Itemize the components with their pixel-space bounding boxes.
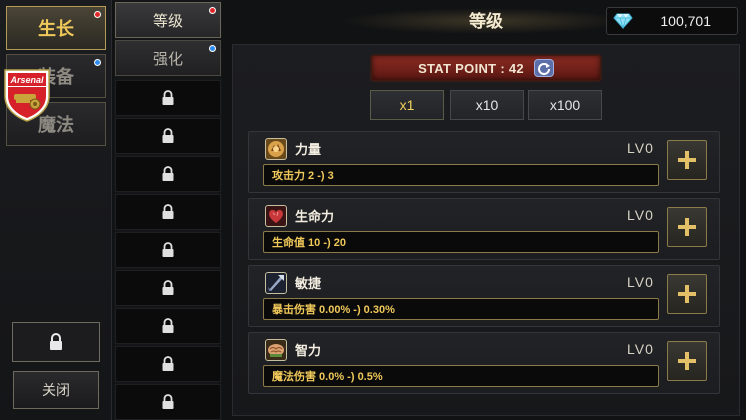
- lock-icon: [162, 166, 174, 181]
- subtab-column: 等级 强化: [114, 0, 222, 420]
- add-stat-button[interactable]: [667, 274, 707, 314]
- strength-icon: [265, 138, 287, 160]
- notification-dot: [94, 11, 101, 18]
- stat-row-agility: 敏捷 LV0 暴击伤害 0.00% -) 0.30%: [248, 265, 720, 327]
- locked-subtab-slot[interactable]: [115, 346, 221, 382]
- svg-text:Arsenal: Arsenal: [9, 75, 44, 85]
- tab-label: 等级: [152, 12, 183, 30]
- tab-level[interactable]: 等级: [115, 2, 221, 38]
- club-crest-logo: Arsenal: [4, 69, 50, 122]
- plus-icon: [678, 285, 696, 303]
- stat-row-strength: 力量 LV0 攻击力 2 -) 3: [248, 131, 720, 193]
- notification-dot: [209, 7, 216, 14]
- multiplier-label: x100: [549, 97, 581, 113]
- heart-icon: [265, 205, 287, 227]
- multiplier-x100-button[interactable]: x100: [528, 90, 602, 120]
- lock-icon: [162, 394, 174, 409]
- stat-point-label: STAT POINT : 42: [418, 60, 524, 76]
- locked-subtab-slot[interactable]: [115, 156, 221, 192]
- plus-icon: [678, 352, 696, 370]
- plus-icon: [678, 218, 696, 236]
- notification-dot: [209, 45, 216, 52]
- notification-dot: [94, 59, 101, 66]
- multiplier-x10-button[interactable]: x10: [450, 90, 524, 120]
- category-label: 生长: [38, 19, 74, 39]
- locked-subtab-slot[interactable]: [115, 232, 221, 268]
- lock-icon: [162, 204, 174, 219]
- gem-count: 100,701: [660, 13, 711, 29]
- stat-row-intelligence: 智力 LV0 魔法伤害 0.0% -) 0.5%: [248, 332, 720, 394]
- stat-effect-text: 攻击力 2 -) 3: [263, 164, 659, 186]
- add-stat-button[interactable]: [667, 207, 707, 247]
- category-growth-button[interactable]: 生长: [6, 6, 106, 50]
- lock-icon: [162, 242, 174, 257]
- plus-icon: [678, 151, 696, 169]
- add-stat-button[interactable]: [667, 341, 707, 381]
- locked-subtab-slot[interactable]: [115, 118, 221, 154]
- stat-name: 智力: [295, 343, 322, 358]
- stat-name: 力量: [295, 142, 322, 157]
- locked-subtab-slot[interactable]: [115, 270, 221, 306]
- refresh-icon: [537, 63, 550, 75]
- gem-currency-display: 100,701: [606, 7, 738, 35]
- category-sidebar: 生长 装备 魔法 Arsenal 关闭: [0, 0, 112, 420]
- stat-effect-text: 生命值 10 -) 20: [263, 231, 659, 253]
- stat-level: LV0: [627, 341, 654, 357]
- stat-name: 敏捷: [295, 276, 322, 291]
- reset-stats-button[interactable]: [533, 59, 554, 77]
- tab-enhance[interactable]: 强化: [115, 40, 221, 76]
- locked-slot-button[interactable]: [12, 322, 100, 362]
- close-button-label: 关闭: [42, 382, 70, 398]
- lock-icon: [50, 333, 62, 350]
- stat-effect-text: 魔法伤害 0.0% -) 0.5%: [263, 365, 659, 387]
- locked-subtab-slot[interactable]: [115, 308, 221, 344]
- locked-subtab-slot[interactable]: [115, 80, 221, 116]
- lock-icon: [162, 318, 174, 333]
- locked-subtab-slot[interactable]: [115, 384, 221, 420]
- stat-effect-text: 暴击伤害 0.00% -) 0.30%: [263, 298, 659, 320]
- locked-subtab-slot[interactable]: [115, 194, 221, 230]
- stat-row-vitality: 生命力 LV0 生命值 10 -) 20: [248, 198, 720, 260]
- add-stat-button[interactable]: [667, 140, 707, 180]
- tab-label: 强化: [152, 50, 183, 68]
- diamond-icon: [613, 13, 633, 29]
- lock-icon: [162, 90, 174, 105]
- close-button[interactable]: 关闭: [13, 371, 99, 409]
- multiplier-x1-button[interactable]: x1: [370, 90, 444, 120]
- stat-level: LV0: [627, 207, 654, 223]
- lock-icon: [162, 356, 174, 371]
- stat-level: LV0: [627, 274, 654, 290]
- stat-level: LV0: [627, 140, 654, 156]
- lock-icon: [162, 128, 174, 143]
- lock-icon: [162, 280, 174, 295]
- brain-icon: [265, 339, 287, 361]
- agility-icon: [265, 272, 287, 294]
- multiplier-label: x1: [399, 97, 415, 113]
- multiplier-label: x10: [475, 97, 499, 113]
- stat-point-bar: STAT POINT : 42: [370, 54, 602, 82]
- stat-name: 生命力: [295, 209, 335, 224]
